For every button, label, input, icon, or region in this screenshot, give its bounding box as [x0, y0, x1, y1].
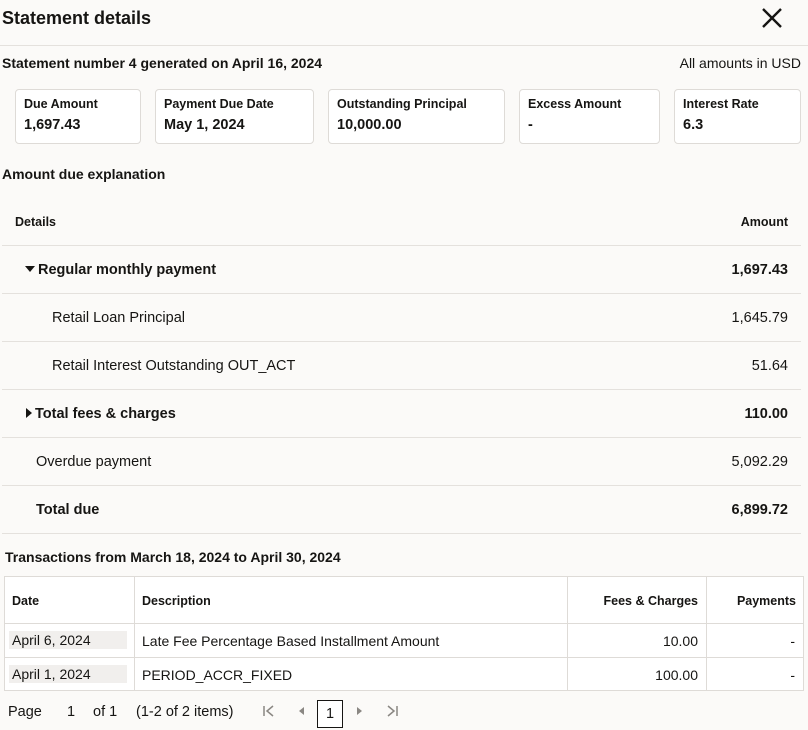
row-total-due: Total due 6,899.72	[2, 486, 801, 534]
transactions-table: Date Description Fees & Charges Payments…	[4, 576, 804, 691]
card-value: 10,000.00	[337, 117, 402, 133]
col-amount: Amount	[740, 215, 788, 229]
pagination: Page 1 of 1 (1-2 of 2 items) 1	[0, 700, 808, 730]
tx-date: April 1, 2024	[12, 666, 91, 682]
tx-payments: -	[790, 667, 795, 683]
row-label: Total due	[36, 502, 100, 518]
collapse-icon[interactable]	[25, 265, 35, 272]
row-amount: 110.00	[744, 406, 788, 422]
previous-page-icon[interactable]	[296, 704, 306, 721]
page-label: Page	[8, 704, 42, 720]
explanation-table: Details Amount Regular monthly payment 1…	[2, 198, 801, 534]
row-retail-interest: Retail Interest Outstanding OUT_ACT 51.6…	[2, 342, 801, 390]
first-page-icon[interactable]	[262, 704, 276, 721]
card-payment-due-date: Payment Due Date May 1, 2024	[155, 89, 314, 144]
tx-date: April 6, 2024	[12, 632, 91, 648]
row-label: Regular monthly payment	[38, 262, 217, 278]
row-label: Overdue payment	[36, 454, 152, 470]
tx-fees: 100.00	[655, 667, 698, 683]
row-regular-monthly-payment[interactable]: Regular monthly payment 1,697.43	[2, 246, 801, 294]
current-page-button[interactable]: 1	[317, 700, 343, 728]
dialog-header: Statement details	[0, 0, 808, 46]
card-outstanding-principal: Outstanding Principal 10,000.00	[328, 89, 505, 144]
page-of-label: of 1	[93, 704, 118, 720]
units-note: All amounts in USD	[679, 55, 801, 71]
explanation-title: Amount due explanation	[2, 166, 166, 182]
row-overdue-payment: Overdue payment 5,092.29	[2, 438, 801, 486]
page-input[interactable]: 1	[67, 704, 75, 720]
card-value: 6.3	[683, 117, 704, 133]
next-page-icon[interactable]	[355, 704, 365, 721]
col-date[interactable]: Date	[12, 594, 39, 608]
col-description[interactable]: Description	[142, 594, 211, 608]
tx-fees: 10.00	[662, 633, 698, 649]
dialog-title: Statement details	[2, 8, 152, 28]
card-value: 1,697.43	[24, 117, 81, 133]
card-label: Excess Amount	[528, 97, 622, 111]
card-excess-amount: Excess Amount -	[519, 89, 660, 144]
card-label: Due Amount	[24, 97, 98, 111]
last-page-icon[interactable]	[385, 704, 399, 721]
row-label: Retail Interest Outstanding OUT_ACT	[52, 358, 296, 374]
tx-description: PERIOD_ACCR_FIXED	[142, 667, 293, 683]
explanation-header-row: Details Amount	[2, 198, 801, 246]
col-details: Details	[15, 215, 56, 229]
card-due-amount: Due Amount 1,697.43	[15, 89, 141, 144]
row-label: Retail Loan Principal	[52, 310, 185, 326]
close-icon[interactable]	[760, 6, 784, 30]
row-total-fees-charges[interactable]: Total fees & charges 110.00	[2, 390, 801, 438]
card-label: Payment Due Date	[164, 97, 274, 111]
col-payments[interactable]: Payments	[737, 594, 796, 608]
tx-payments: -	[790, 633, 795, 649]
card-interest-rate: Interest Rate 6.3	[674, 89, 801, 144]
transactions-title: Transactions from March 18, 2024 to Apri…	[5, 549, 341, 565]
card-value: -	[528, 117, 533, 133]
row-amount: 5,092.29	[731, 454, 788, 470]
card-label: Outstanding Principal	[337, 97, 467, 111]
card-label: Interest Rate	[683, 97, 759, 111]
row-label: Total fees & charges	[35, 406, 176, 422]
items-label: (1-2 of 2 items)	[136, 704, 234, 720]
statement-subtitle: Statement number 4 generated on April 16…	[2, 55, 323, 71]
col-fees-charges[interactable]: Fees & Charges	[604, 594, 698, 608]
row-retail-loan-principal: Retail Loan Principal 1,645.79	[2, 294, 801, 342]
card-value: May 1, 2024	[164, 117, 245, 133]
expand-icon[interactable]	[26, 407, 32, 418]
row-amount: 1,645.79	[731, 310, 788, 326]
row-amount: 51.64	[751, 358, 788, 374]
row-amount: 1,697.43	[731, 262, 788, 278]
tx-description: Late Fee Percentage Based Installment Am…	[142, 633, 440, 649]
row-amount: 6,899.72	[731, 502, 788, 518]
